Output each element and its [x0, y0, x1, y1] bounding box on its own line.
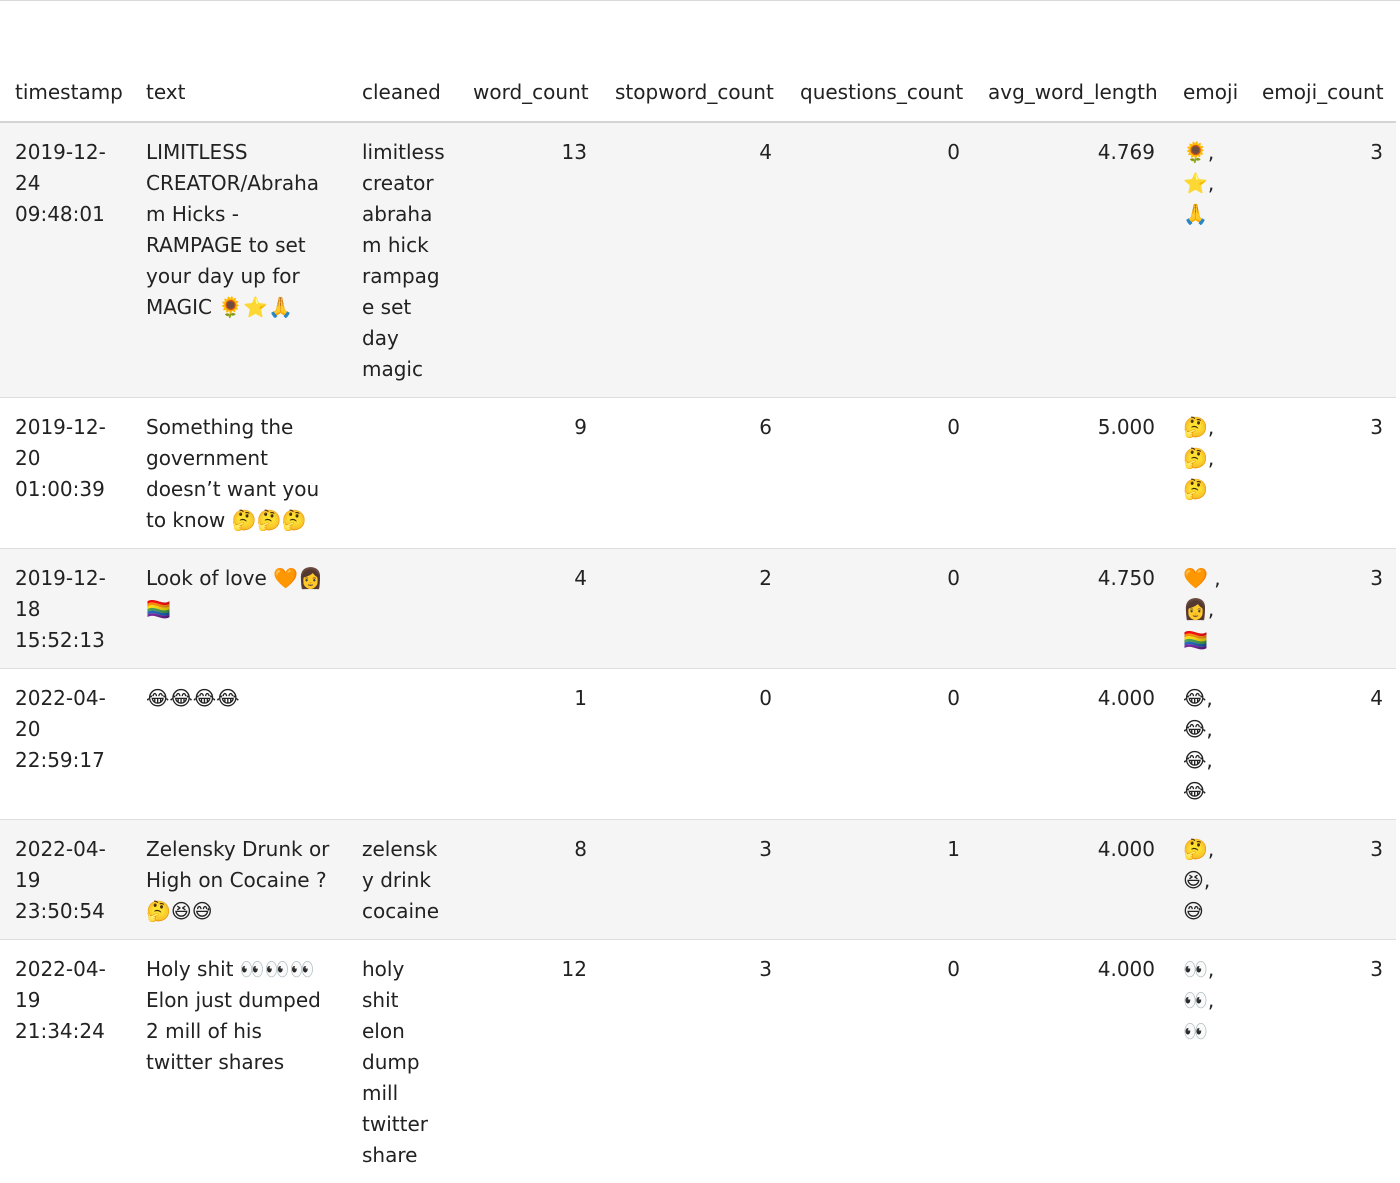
cell-word-count: 9 — [458, 398, 600, 549]
table-row: 2022-04-19 23:50:54 Zelensky Drunk or Hi… — [0, 820, 1396, 940]
cell-stopword-count: 3 — [600, 940, 785, 1183]
cell-emoji: 😂, 😂, 😂, 😂 — [1168, 669, 1247, 820]
cell-cleaned: limitless creator abraham hick rampage s… — [347, 122, 458, 398]
cell-questions-count: 0 — [785, 549, 973, 669]
cell-stopword-count: 6 — [600, 398, 785, 549]
cell-avg-word-length: 4.000 — [973, 820, 1168, 940]
cell-questions-count: 1 — [785, 820, 973, 940]
column-header-word-count: word_count — [458, 73, 600, 122]
cell-emoji-count: 3 — [1247, 940, 1396, 1183]
cell-text: Look of love 🧡👩🏳️‍🌈 — [131, 549, 347, 669]
cell-text: 😂😂😂😂 — [131, 669, 347, 820]
table-body: 2019-12-24 09:48:01 LIMITLESS CREATOR/Ab… — [0, 122, 1396, 1183]
table-row: 2019-12-24 09:48:01 LIMITLESS CREATOR/Ab… — [0, 122, 1396, 398]
cell-cleaned — [347, 549, 458, 669]
cell-emoji-count: 4 — [1247, 669, 1396, 820]
cell-timestamp: 2019-12-20 01:00:39 — [0, 398, 131, 549]
table-row: 2022-04-20 22:59:17 😂😂😂😂 1 0 0 4.000 😂, … — [0, 669, 1396, 820]
cell-timestamp: 2022-04-20 22:59:17 — [0, 669, 131, 820]
cell-timestamp: 2022-04-19 23:50:54 — [0, 820, 131, 940]
cell-stopword-count: 3 — [600, 820, 785, 940]
cell-stopword-count: 2 — [600, 549, 785, 669]
column-header-questions-count: questions_count — [785, 73, 973, 122]
cell-timestamp: 2019-12-18 15:52:13 — [0, 549, 131, 669]
cell-cleaned — [347, 669, 458, 820]
dataframe-table: timestamp text cleaned word_count stopwo… — [0, 73, 1396, 1183]
top-divider — [0, 0, 1400, 1]
column-header-emoji-count: emoji_count — [1247, 73, 1396, 122]
cell-timestamp: 2022-04-19 21:34:24 — [0, 940, 131, 1183]
cell-emoji-count: 3 — [1247, 398, 1396, 549]
cell-cleaned — [347, 398, 458, 549]
cell-text: Holy shit 👀👀👀 Elon just dumped 2 mill of… — [131, 940, 347, 1183]
cell-questions-count: 0 — [785, 940, 973, 1183]
table-row: 2019-12-20 01:00:39 Something the govern… — [0, 398, 1396, 549]
cell-emoji-count: 3 — [1247, 122, 1396, 398]
cell-text: LIMITLESS CREATOR/Abraham Hicks - RAMPAG… — [131, 122, 347, 398]
cell-emoji: 👀, 👀, 👀 — [1168, 940, 1247, 1183]
cell-text: Something the government doesn’t want yo… — [131, 398, 347, 549]
cell-stopword-count: 0 — [600, 669, 785, 820]
cell-avg-word-length: 4.000 — [973, 940, 1168, 1183]
cell-emoji-count: 3 — [1247, 820, 1396, 940]
column-header-avg-word-length: avg_word_length — [973, 73, 1168, 122]
cell-questions-count: 0 — [785, 669, 973, 820]
cell-word-count: 8 — [458, 820, 600, 940]
cell-avg-word-length: 4.769 — [973, 122, 1168, 398]
column-header-text: text — [131, 73, 347, 122]
cell-emoji: 🤔, 🤔, 🤔 — [1168, 398, 1247, 549]
column-header-timestamp: timestamp — [0, 73, 131, 122]
cell-emoji: 🧡 , 👩, 🏳️‍🌈 — [1168, 549, 1247, 669]
cell-word-count: 12 — [458, 940, 600, 1183]
cell-emoji: 🤔, 😆, 😅 — [1168, 820, 1247, 940]
table-header: timestamp text cleaned word_count stopwo… — [0, 73, 1396, 122]
cell-cleaned: holy shit elon dump mill twitter share — [347, 940, 458, 1183]
table-row: 2022-04-19 21:34:24 Holy shit 👀👀👀 Elon j… — [0, 940, 1396, 1183]
column-header-cleaned: cleaned — [347, 73, 458, 122]
cell-text: Zelensky Drunk or High on Cocaine ? 🤔😆😅 — [131, 820, 347, 940]
header-row: timestamp text cleaned word_count stopwo… — [0, 73, 1396, 122]
cell-timestamp: 2019-12-24 09:48:01 — [0, 122, 131, 398]
cell-cleaned: zelensky drink cocaine — [347, 820, 458, 940]
cell-emoji: 🌻, ⭐, 🙏 — [1168, 122, 1247, 398]
cell-emoji-count: 3 — [1247, 549, 1396, 669]
cell-avg-word-length: 4.000 — [973, 669, 1168, 820]
table-row: 2019-12-18 15:52:13 Look of love 🧡👩🏳️‍🌈 … — [0, 549, 1396, 669]
column-header-emoji: emoji — [1168, 73, 1247, 122]
cell-questions-count: 0 — [785, 122, 973, 398]
cell-stopword-count: 4 — [600, 122, 785, 398]
column-header-stopword-count: stopword_count — [600, 73, 785, 122]
cell-questions-count: 0 — [785, 398, 973, 549]
cell-avg-word-length: 4.750 — [973, 549, 1168, 669]
cell-word-count: 1 — [458, 669, 600, 820]
cell-word-count: 4 — [458, 549, 600, 669]
cell-word-count: 13 — [458, 122, 600, 398]
cell-avg-word-length: 5.000 — [973, 398, 1168, 549]
